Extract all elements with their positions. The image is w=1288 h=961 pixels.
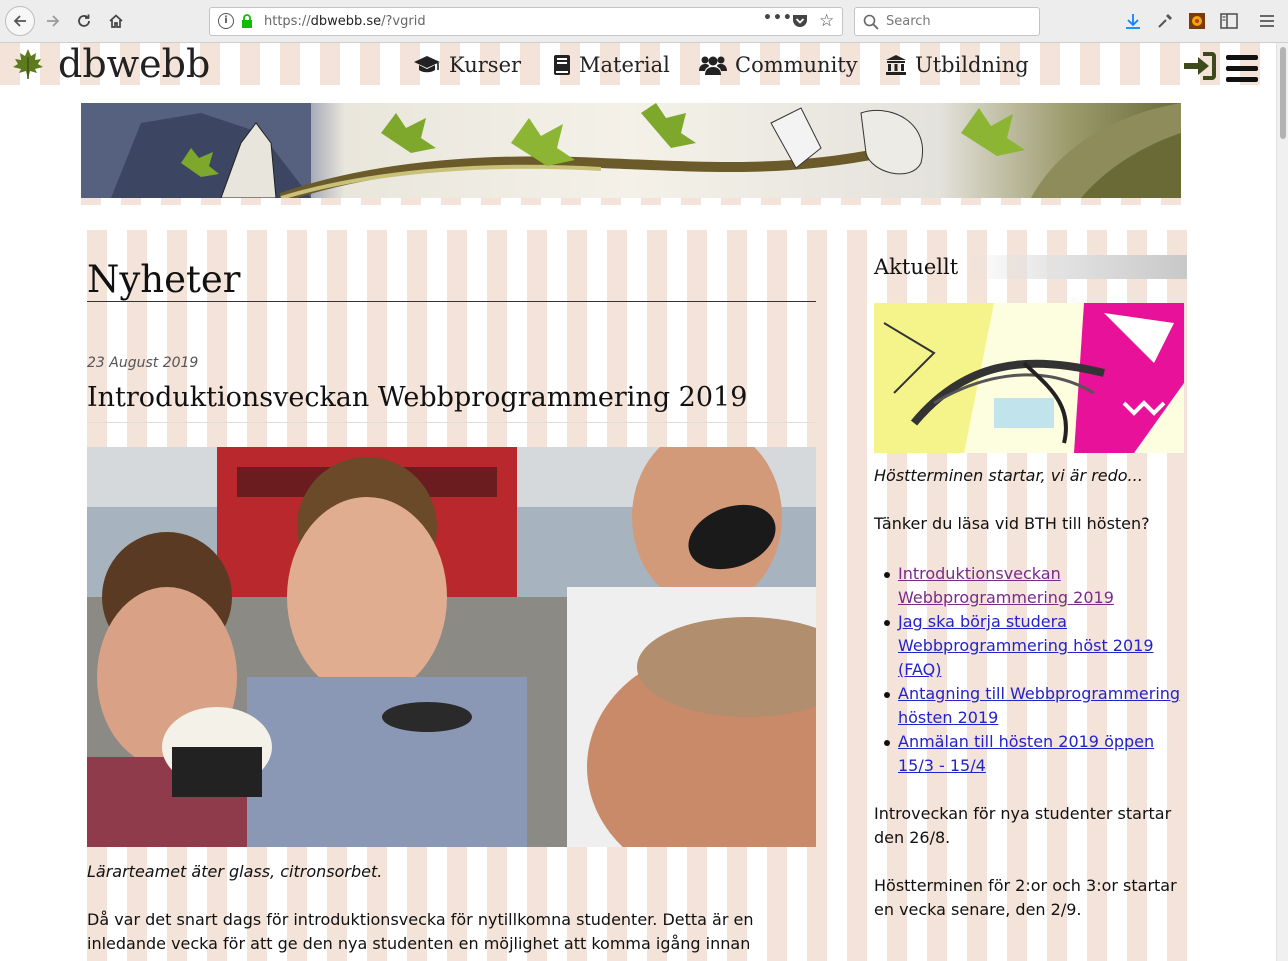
graduation-cap-icon	[413, 55, 441, 75]
nav-kurser[interactable]: Kurser	[413, 51, 521, 79]
url-prefix: https://	[264, 14, 311, 29]
nav-community-label: Community	[735, 53, 858, 77]
bookmark-star-icon[interactable]: ☆	[819, 11, 834, 31]
page-title: Nyheter	[87, 258, 241, 301]
book-icon	[553, 54, 571, 76]
home-icon	[109, 14, 123, 28]
url-bar[interactable]: i https://dbwebb.se/?vgrid ••• ☆	[209, 7, 843, 36]
list-item: Jag ska börja studera Webbprogrammering …	[874, 610, 1187, 682]
arrow-right-icon	[47, 15, 60, 27]
sidebar-second-year: Höstterminen för 2:or och 3:or startar e…	[874, 876, 1177, 919]
list-item: Anmälan till hösten 2019 öppen 15/3 - 15…	[874, 730, 1187, 778]
pocket-icon[interactable]	[792, 14, 808, 29]
sidebar-question: Tänker du läsa vid BTH till hösten?	[874, 514, 1150, 533]
link-antagning[interactable]: Antagning till Webbprogrammering hösten …	[898, 684, 1180, 727]
lock-icon	[242, 14, 252, 28]
post-body: Då var det snart dags för introduktionsv…	[87, 910, 754, 953]
reload-icon	[78, 14, 90, 27]
nav-kurser-label: Kurser	[449, 53, 522, 77]
hamburger-menu-button[interactable]	[1226, 55, 1258, 83]
extension-icon[interactable]	[1187, 11, 1207, 31]
title-divider	[87, 301, 816, 302]
link-anmalan[interactable]: Anmälan till hösten 2019 öppen 15/3 - 15…	[898, 732, 1154, 775]
sidebar-toggle-icon[interactable]	[1219, 11, 1239, 31]
sign-in-icon[interactable]	[1182, 52, 1216, 80]
nav-material[interactable]: Material	[553, 51, 670, 79]
url-path: /?vgrid	[381, 14, 426, 29]
nav-utbildning-label: Utbildning	[915, 53, 1029, 77]
users-icon	[699, 55, 727, 75]
search-placeholder: Search	[886, 14, 931, 29]
post-date: 23 August 2019	[87, 355, 199, 371]
post-title-divider	[87, 422, 816, 423]
home-button[interactable]	[102, 7, 130, 35]
search-box[interactable]: Search	[854, 7, 1040, 36]
search-icon	[863, 14, 879, 30]
post-title[interactable]: Introduktionsveckan Webbprogrammering 20…	[87, 382, 747, 413]
download-icon[interactable]	[1123, 11, 1143, 31]
nav-community[interactable]: Community	[699, 51, 858, 79]
sidebar-image	[874, 303, 1184, 453]
forward-button[interactable]	[39, 7, 67, 35]
photo-caption: Lärarteamet äter glass, citronsorbet.	[87, 862, 383, 881]
list-item: Antagning till Webbprogrammering hösten …	[874, 682, 1187, 730]
banner-area	[81, 103, 1187, 205]
sidebar-links: Introduktionsveckan Webbprogrammering 20…	[874, 562, 1187, 778]
sidebar-aktuellt: Aktuellt Höstterminen startar, vi är red…	[874, 255, 1187, 919]
site-header: dbwebb Kurser Material Community Utbildn…	[0, 43, 1276, 85]
reload-button[interactable]	[70, 7, 98, 35]
page-actions-button[interactable]: •••	[763, 10, 793, 26]
sidebar-intro: Höstterminen startar, vi är redo...	[874, 466, 1143, 485]
scrollbar-thumb[interactable]	[1280, 47, 1286, 139]
eyedropper-icon[interactable]	[1155, 11, 1175, 31]
list-item: Introduktionsveckan Webbprogrammering 20…	[874, 562, 1187, 610]
post-photo	[87, 447, 816, 847]
back-button[interactable]	[5, 6, 35, 36]
browser-toolbar: i https://dbwebb.se/?vgrid ••• ☆ Search	[0, 0, 1288, 43]
site-info-icon[interactable]: i	[218, 13, 234, 29]
link-introduktionsveckan[interactable]: Introduktionsveckan Webbprogrammering 20…	[898, 564, 1114, 607]
site-title[interactable]: dbwebb	[58, 43, 210, 85]
sidebar-title: Aktuellt	[874, 255, 1187, 279]
nav-utbildning[interactable]: Utbildning	[885, 51, 1029, 79]
menu-icon[interactable]	[1257, 11, 1277, 31]
url-domain: dbwebb.se	[310, 14, 382, 29]
nav-material-label: Material	[579, 53, 670, 77]
url-text: https://dbwebb.se/?vgrid	[264, 14, 426, 29]
arrow-left-icon	[13, 15, 26, 27]
maple-leaf-logo-icon[interactable]	[10, 47, 46, 81]
header-banner-image	[81, 103, 1181, 198]
university-icon	[885, 54, 907, 76]
page-scrollbar[interactable]	[1276, 43, 1288, 961]
sidebar-intro-week: Introveckan för nya studenter startar de…	[874, 804, 1172, 847]
link-faq[interactable]: Jag ska börja studera Webbprogrammering …	[898, 612, 1154, 679]
